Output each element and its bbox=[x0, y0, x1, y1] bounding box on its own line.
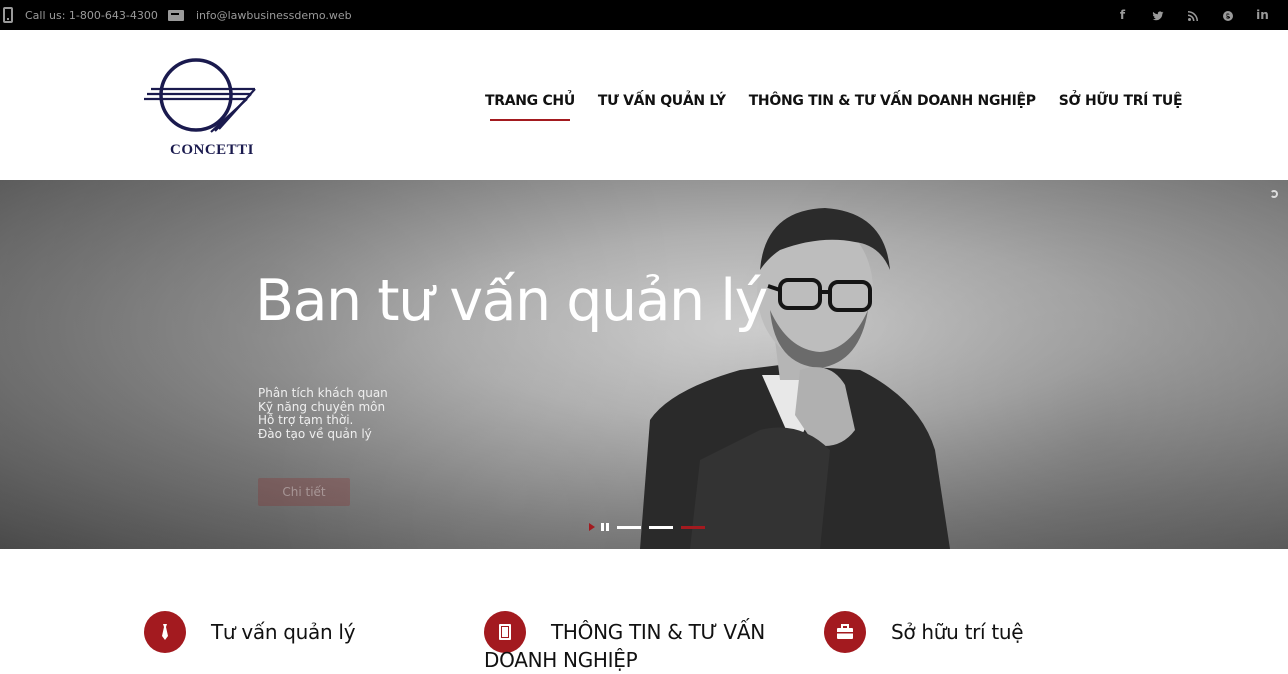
rss-icon[interactable] bbox=[1175, 8, 1210, 22]
feature-title: Sở hữu trí tuệ bbox=[891, 620, 1024, 644]
logo-text: CONCETTI bbox=[170, 142, 255, 158]
tie-icon bbox=[144, 611, 186, 653]
email-text: info@lawbusinessdemo.web bbox=[196, 8, 352, 22]
slide-dot[interactable] bbox=[617, 525, 641, 529]
slide-dot[interactable] bbox=[649, 525, 673, 529]
email-contact[interactable]: info@lawbusinessdemo.web bbox=[168, 0, 352, 30]
nav-item-intellectual-property[interactable]: SỞ HỮU TRÍ TUỆ bbox=[1059, 93, 1183, 109]
hero-list-item: Phân tích khách quan bbox=[258, 386, 388, 400]
play-icon[interactable] bbox=[589, 523, 595, 531]
top-bar: Call us: 1-800-643-4300 info@lawbusiness… bbox=[0, 0, 1288, 30]
hero-title: Ban tư vấn quản lý bbox=[255, 268, 768, 334]
hero-slider[interactable]: Ban tư vấn quản lý Phân tích khách quan … bbox=[0, 180, 1288, 549]
briefcase-icon bbox=[824, 611, 866, 653]
features-section: Tư vấn quản lý THÔNG TIN & TƯ VẤN DOANH … bbox=[0, 549, 1288, 673]
phone-contact[interactable]: Call us: 1-800-643-4300 bbox=[3, 0, 158, 30]
site-header: CONCETTI TRANG CHỦ TƯ VẤN QUẢN LÝ THÔNG … bbox=[0, 30, 1288, 180]
social-links: f in bbox=[1105, 0, 1280, 30]
twitter-icon[interactable] bbox=[1140, 8, 1175, 22]
hero-person-image bbox=[640, 208, 950, 549]
pause-icon[interactable] bbox=[601, 523, 609, 531]
details-button[interactable]: Chi tiết bbox=[258, 478, 350, 506]
hero-list-item: Hỗ trợ tạm thời. bbox=[258, 413, 354, 427]
nav-item-home[interactable]: TRANG CHỦ bbox=[485, 93, 575, 121]
slider-controls bbox=[589, 523, 713, 531]
feature-title: Tư vấn quản lý bbox=[211, 620, 356, 644]
skype-icon[interactable] bbox=[1210, 8, 1245, 22]
phone-icon bbox=[3, 7, 13, 23]
main-nav: TRANG CHỦ TƯ VẤN QUẢN LÝ THÔNG TIN & TƯ … bbox=[485, 93, 1205, 121]
slide-dot-active[interactable] bbox=[681, 525, 705, 529]
hero-feature-list: Phân tích khách quan Kỹ năng chuyên môn … bbox=[258, 386, 388, 441]
facebook-icon[interactable]: f bbox=[1105, 8, 1140, 22]
feature-title: THÔNG TIN & TƯ VẤN DOANH NGHIỆP bbox=[484, 620, 765, 672]
linkedin-icon[interactable]: in bbox=[1245, 8, 1280, 22]
hero-list-item: Đào tạo về quản lý bbox=[258, 426, 372, 441]
phone-text: Call us: 1-800-643-4300 bbox=[25, 8, 158, 22]
mail-icon bbox=[168, 9, 184, 21]
loading-spinner-icon bbox=[1270, 190, 1278, 198]
nav-item-business-consulting[interactable]: THÔNG TIN & TƯ VẤN DOANH NGHIỆP bbox=[749, 93, 1036, 109]
nav-item-management-consulting[interactable]: TƯ VẤN QUẢN LÝ bbox=[598, 93, 726, 109]
hero-list-item: Kỹ năng chuyên môn bbox=[258, 399, 386, 414]
